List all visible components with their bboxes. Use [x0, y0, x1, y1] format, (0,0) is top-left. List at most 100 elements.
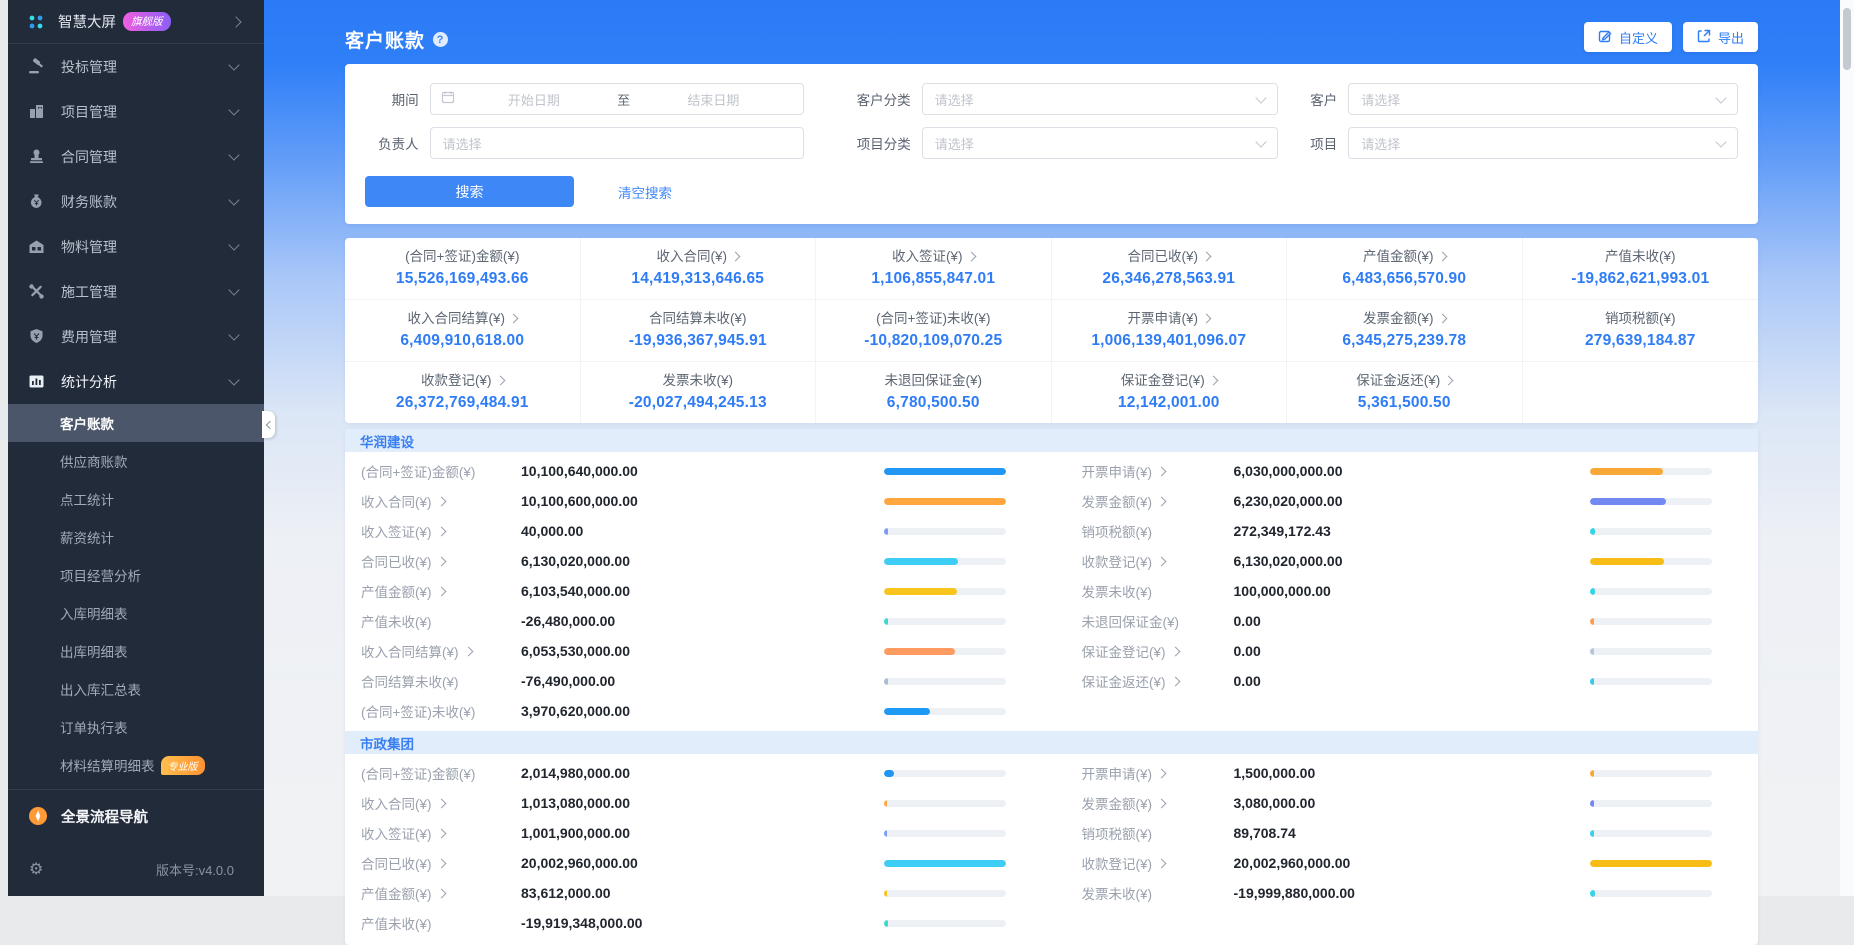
sidebar-item-material[interactable]: 物料管理: [8, 224, 264, 269]
export-button[interactable]: 导出: [1682, 22, 1758, 52]
project-category-select[interactable]: 请选择: [921, 127, 1279, 159]
drilldown-arrow-icon[interactable]: [436, 888, 446, 898]
submenu-item[interactable]: 供应商账款: [8, 442, 264, 480]
sidebar-item-expense[interactable]: 费用管理: [8, 314, 264, 359]
sidebar-item-finance[interactable]: 财务账款: [8, 179, 264, 224]
gear-icon[interactable]: [29, 859, 43, 879]
summary-label: 收款登记(¥): [349, 371, 576, 390]
customer-select[interactable]: 请选择: [1348, 83, 1738, 115]
sidebar-item-construction[interactable]: 施工管理: [8, 269, 264, 314]
drilldown-arrow-icon[interactable]: [508, 313, 519, 324]
metric-value: 100,000,000.00: [1233, 583, 1331, 599]
metric-label: 合同结算未收(¥): [361, 675, 459, 690]
metric-label: 发票金额(¥): [1082, 491, 1234, 511]
drilldown-arrow-icon[interactable]: [436, 798, 446, 808]
metric-row: 发票金额(¥) 3,080,000.00: [1052, 788, 1759, 818]
sidebar-collapse-handle[interactable]: [262, 411, 275, 438]
vertical-scrollbar: [1840, 0, 1854, 896]
metric-label: 收入签证(¥): [361, 823, 521, 843]
drilldown-arrow-icon[interactable]: [1437, 251, 1447, 262]
sidebar-item-label: 统计分析: [61, 373, 117, 390]
drilldown-arrow-icon[interactable]: [436, 556, 446, 566]
submenu-item[interactable]: 项目经营分析: [8, 556, 264, 594]
logo-icon: [26, 12, 46, 32]
submenu-item[interactable]: 出入库汇总表: [8, 670, 264, 708]
metric-row: 收款登记(¥) 6,130,020,000.00: [1052, 546, 1759, 576]
sidebar-item-contract[interactable]: 合同管理: [8, 134, 264, 179]
drilldown-arrow-icon[interactable]: [436, 828, 446, 838]
drilldown-arrow-icon[interactable]: [436, 496, 446, 506]
drilldown-arrow-icon[interactable]: [1201, 313, 1212, 324]
drilldown-arrow-icon[interactable]: [966, 251, 976, 262]
customize-button[interactable]: 自定义: [1583, 22, 1672, 52]
submenu-item[interactable]: 客户账款: [8, 404, 264, 442]
metric-value: -19,999,880,000.00: [1233, 885, 1355, 901]
submenu-item[interactable]: 入库明细表: [8, 594, 264, 632]
drilldown-arrow-icon[interactable]: [1156, 768, 1167, 778]
submenu-item[interactable]: 出库明细表: [8, 632, 264, 670]
submenu-item-label: 项目经营分析: [60, 569, 141, 584]
sidebar-item-project[interactable]: 项目管理: [8, 89, 264, 134]
sidebar-item-stats[interactable]: 统计分析: [8, 359, 264, 404]
sidebar-item-smart-dashboard[interactable]: 智慧大屏 旗舰版: [8, 0, 264, 44]
search-button[interactable]: 搜索: [365, 176, 574, 207]
summary-value: 26,346,278,563.91: [1102, 270, 1236, 287]
metric-label: (合同+签证)未收(¥): [361, 705, 476, 720]
panorama-nav-item[interactable]: 全景流程导航: [8, 789, 264, 842]
metric-label: 产值金额(¥): [361, 883, 521, 903]
metric-label: 收入合同结算(¥): [361, 641, 521, 661]
pro-badge: 专业版: [160, 755, 205, 775]
owner-input[interactable]: 请选择: [429, 127, 804, 159]
clear-search-link[interactable]: 清空搜索: [618, 182, 672, 202]
drilldown-arrow-icon[interactable]: [1443, 375, 1454, 386]
drilldown-arrow-icon[interactable]: [1156, 496, 1167, 506]
metric-value: 6,030,000,000.00: [1233, 463, 1343, 479]
metric-label: 合同已收(¥): [361, 551, 521, 571]
submenu-item[interactable]: 点工统计: [8, 480, 264, 518]
metric-value: 6,130,020,000.00: [521, 553, 630, 569]
progress-bar: [883, 587, 1006, 595]
progress-bar: [1590, 527, 1712, 535]
chevron-left-icon: [265, 420, 274, 429]
metric-label: 发票未收(¥): [1081, 585, 1153, 600]
metric-label: 保证金返还(¥): [1082, 671, 1234, 691]
chevron-down-icon: [228, 374, 240, 386]
company-header[interactable]: 华润建设: [345, 429, 1758, 452]
customer-label: 客户: [1310, 93, 1338, 108]
project-select[interactable]: 请选择: [1348, 127, 1738, 159]
scrollbar-thumb[interactable]: [1843, 8, 1851, 70]
progress-bar: [883, 647, 1006, 655]
drilldown-arrow-icon[interactable]: [1208, 375, 1219, 386]
chevron-down-icon: [1255, 135, 1267, 148]
drilldown-arrow-icon[interactable]: [463, 646, 473, 656]
drilldown-arrow-icon[interactable]: [1156, 858, 1167, 868]
company-header[interactable]: 市政集团: [345, 731, 1758, 754]
date-range-input[interactable]: 开始日期 至 结束日期: [429, 83, 804, 115]
drilldown-arrow-icon[interactable]: [436, 586, 446, 596]
help-icon[interactable]: [433, 32, 449, 47]
summary-cell: 保证金登记(¥) 12,142,001.00: [1052, 362, 1287, 423]
drilldown-arrow-icon[interactable]: [436, 858, 446, 868]
progress-bar: [1590, 617, 1712, 625]
drilldown-arrow-icon[interactable]: [1437, 313, 1447, 324]
page-title: 客户账款: [345, 26, 449, 53]
metric-row: 销项税额(¥) 272,349,172.43: [1052, 516, 1759, 546]
drilldown-arrow-icon[interactable]: [1201, 251, 1212, 262]
drilldown-arrow-icon[interactable]: [1156, 556, 1167, 566]
drilldown-arrow-icon[interactable]: [495, 375, 505, 386]
submenu-item[interactable]: 薪资统计: [8, 518, 264, 556]
drilldown-arrow-icon[interactable]: [1156, 798, 1167, 808]
metric-value: 0.00: [1233, 673, 1261, 689]
progress-bar: [1590, 769, 1712, 777]
drilldown-arrow-icon[interactable]: [1170, 676, 1180, 686]
metric-value: 20,002,960,000.00: [1233, 855, 1351, 871]
drilldown-arrow-icon[interactable]: [1170, 646, 1180, 656]
drilldown-arrow-icon[interactable]: [436, 526, 446, 536]
submenu-item[interactable]: 材料结算明细表 专业版: [8, 746, 264, 784]
metric-label: 销项税额(¥): [1081, 827, 1153, 842]
drilldown-arrow-icon[interactable]: [1156, 466, 1167, 476]
drilldown-arrow-icon[interactable]: [730, 251, 741, 262]
customer-category-select[interactable]: 请选择: [921, 83, 1279, 115]
submenu-item[interactable]: 订单执行表: [8, 708, 264, 746]
sidebar-item-bid[interactable]: 投标管理: [8, 44, 264, 89]
